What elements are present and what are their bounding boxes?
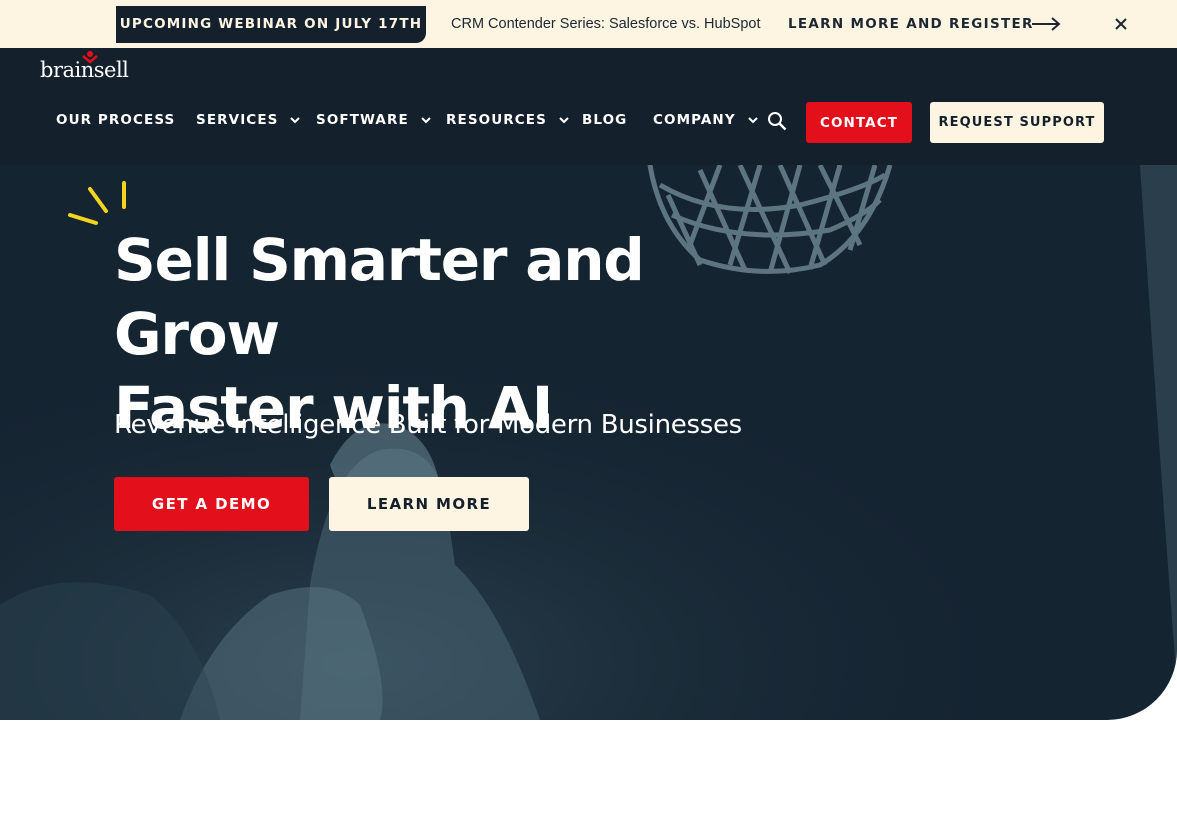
nav-label: OUR PROCESS (56, 112, 176, 128)
hero-subtitle: Revenue Intelligence Built for Modern Bu… (114, 410, 742, 440)
site-header: brainsell OUR PROCESS SERVICES SOFTWARE … (0, 48, 1177, 165)
hero-section: Sell Smarter and Grow Faster with AI Rev… (0, 165, 1177, 720)
announcement-bar: UPCOMING WEBINAR ON JULY 17TH CRM Conten… (0, 0, 1177, 48)
close-icon[interactable] (1113, 16, 1129, 32)
arrow-right-icon[interactable] (1031, 16, 1061, 32)
nav-label: BLOG (582, 112, 628, 128)
chevron-down-icon (290, 117, 301, 124)
nav-services[interactable]: SERVICES (196, 100, 301, 140)
brainsell-logo[interactable]: brainsell (40, 50, 140, 90)
nav-our-process[interactable]: OUR PROCESS (56, 100, 175, 140)
webinar-teaser: CRM Contender Series: Salesforce vs. Hub… (451, 16, 761, 32)
nav-label: COMPANY (653, 112, 736, 128)
nav-label: RESOURCES (446, 112, 547, 128)
logo-figure-icon (82, 51, 98, 64)
learn-more-button[interactable]: LEARN MORE (329, 477, 529, 531)
nav-company[interactable]: COMPANY (653, 100, 758, 140)
nav-blog[interactable]: BLOG (582, 100, 627, 140)
chevron-down-icon (559, 117, 569, 124)
chevron-down-icon (421, 117, 431, 124)
request-support-button[interactable]: REQUEST SUPPORT (930, 102, 1104, 143)
search-icon[interactable] (767, 111, 787, 131)
webinar-badge: UPCOMING WEBINAR ON JULY 17TH (116, 6, 426, 43)
nav-resources[interactable]: RESOURCES (446, 100, 569, 140)
nav-label: SOFTWARE (316, 112, 409, 128)
get-a-demo-button[interactable]: GET A DEMO (114, 477, 309, 531)
hero-title-line1: Sell Smarter and Grow (114, 226, 645, 368)
chevron-down-icon (747, 117, 758, 124)
learn-more-register-link[interactable]: LEARN MORE AND REGISTER (788, 0, 1034, 48)
nav-label: SERVICES (196, 112, 279, 128)
nav-software[interactable]: SOFTWARE (316, 100, 431, 140)
contact-button[interactable]: CONTACT (806, 102, 912, 143)
